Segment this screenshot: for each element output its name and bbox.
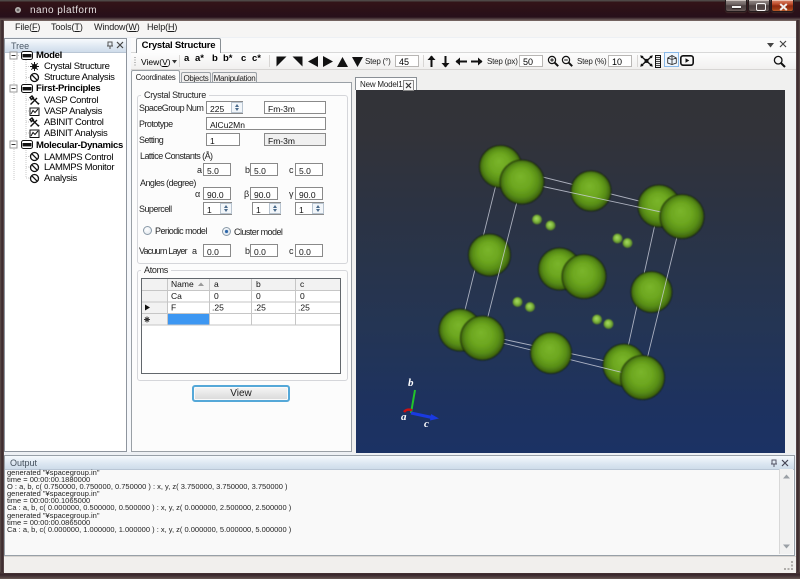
svg-text:Name: Name <box>171 279 194 289</box>
svg-text:c: c <box>424 418 429 430</box>
svg-text:.25: .25 <box>254 303 266 313</box>
svg-text:Ca: Ca <box>171 291 182 301</box>
svg-text:0: 0 <box>214 291 219 301</box>
svg-text:b: b <box>408 377 414 389</box>
svg-text:F: F <box>171 303 176 313</box>
svg-text:0: 0 <box>256 291 261 301</box>
svg-text:.25: .25 <box>298 303 310 313</box>
svg-text:0: 0 <box>300 291 305 301</box>
svg-text:a: a <box>214 279 219 289</box>
svg-text:.25: .25 <box>212 303 224 313</box>
svg-text:b: b <box>256 279 261 289</box>
svg-text:a: a <box>401 411 407 423</box>
